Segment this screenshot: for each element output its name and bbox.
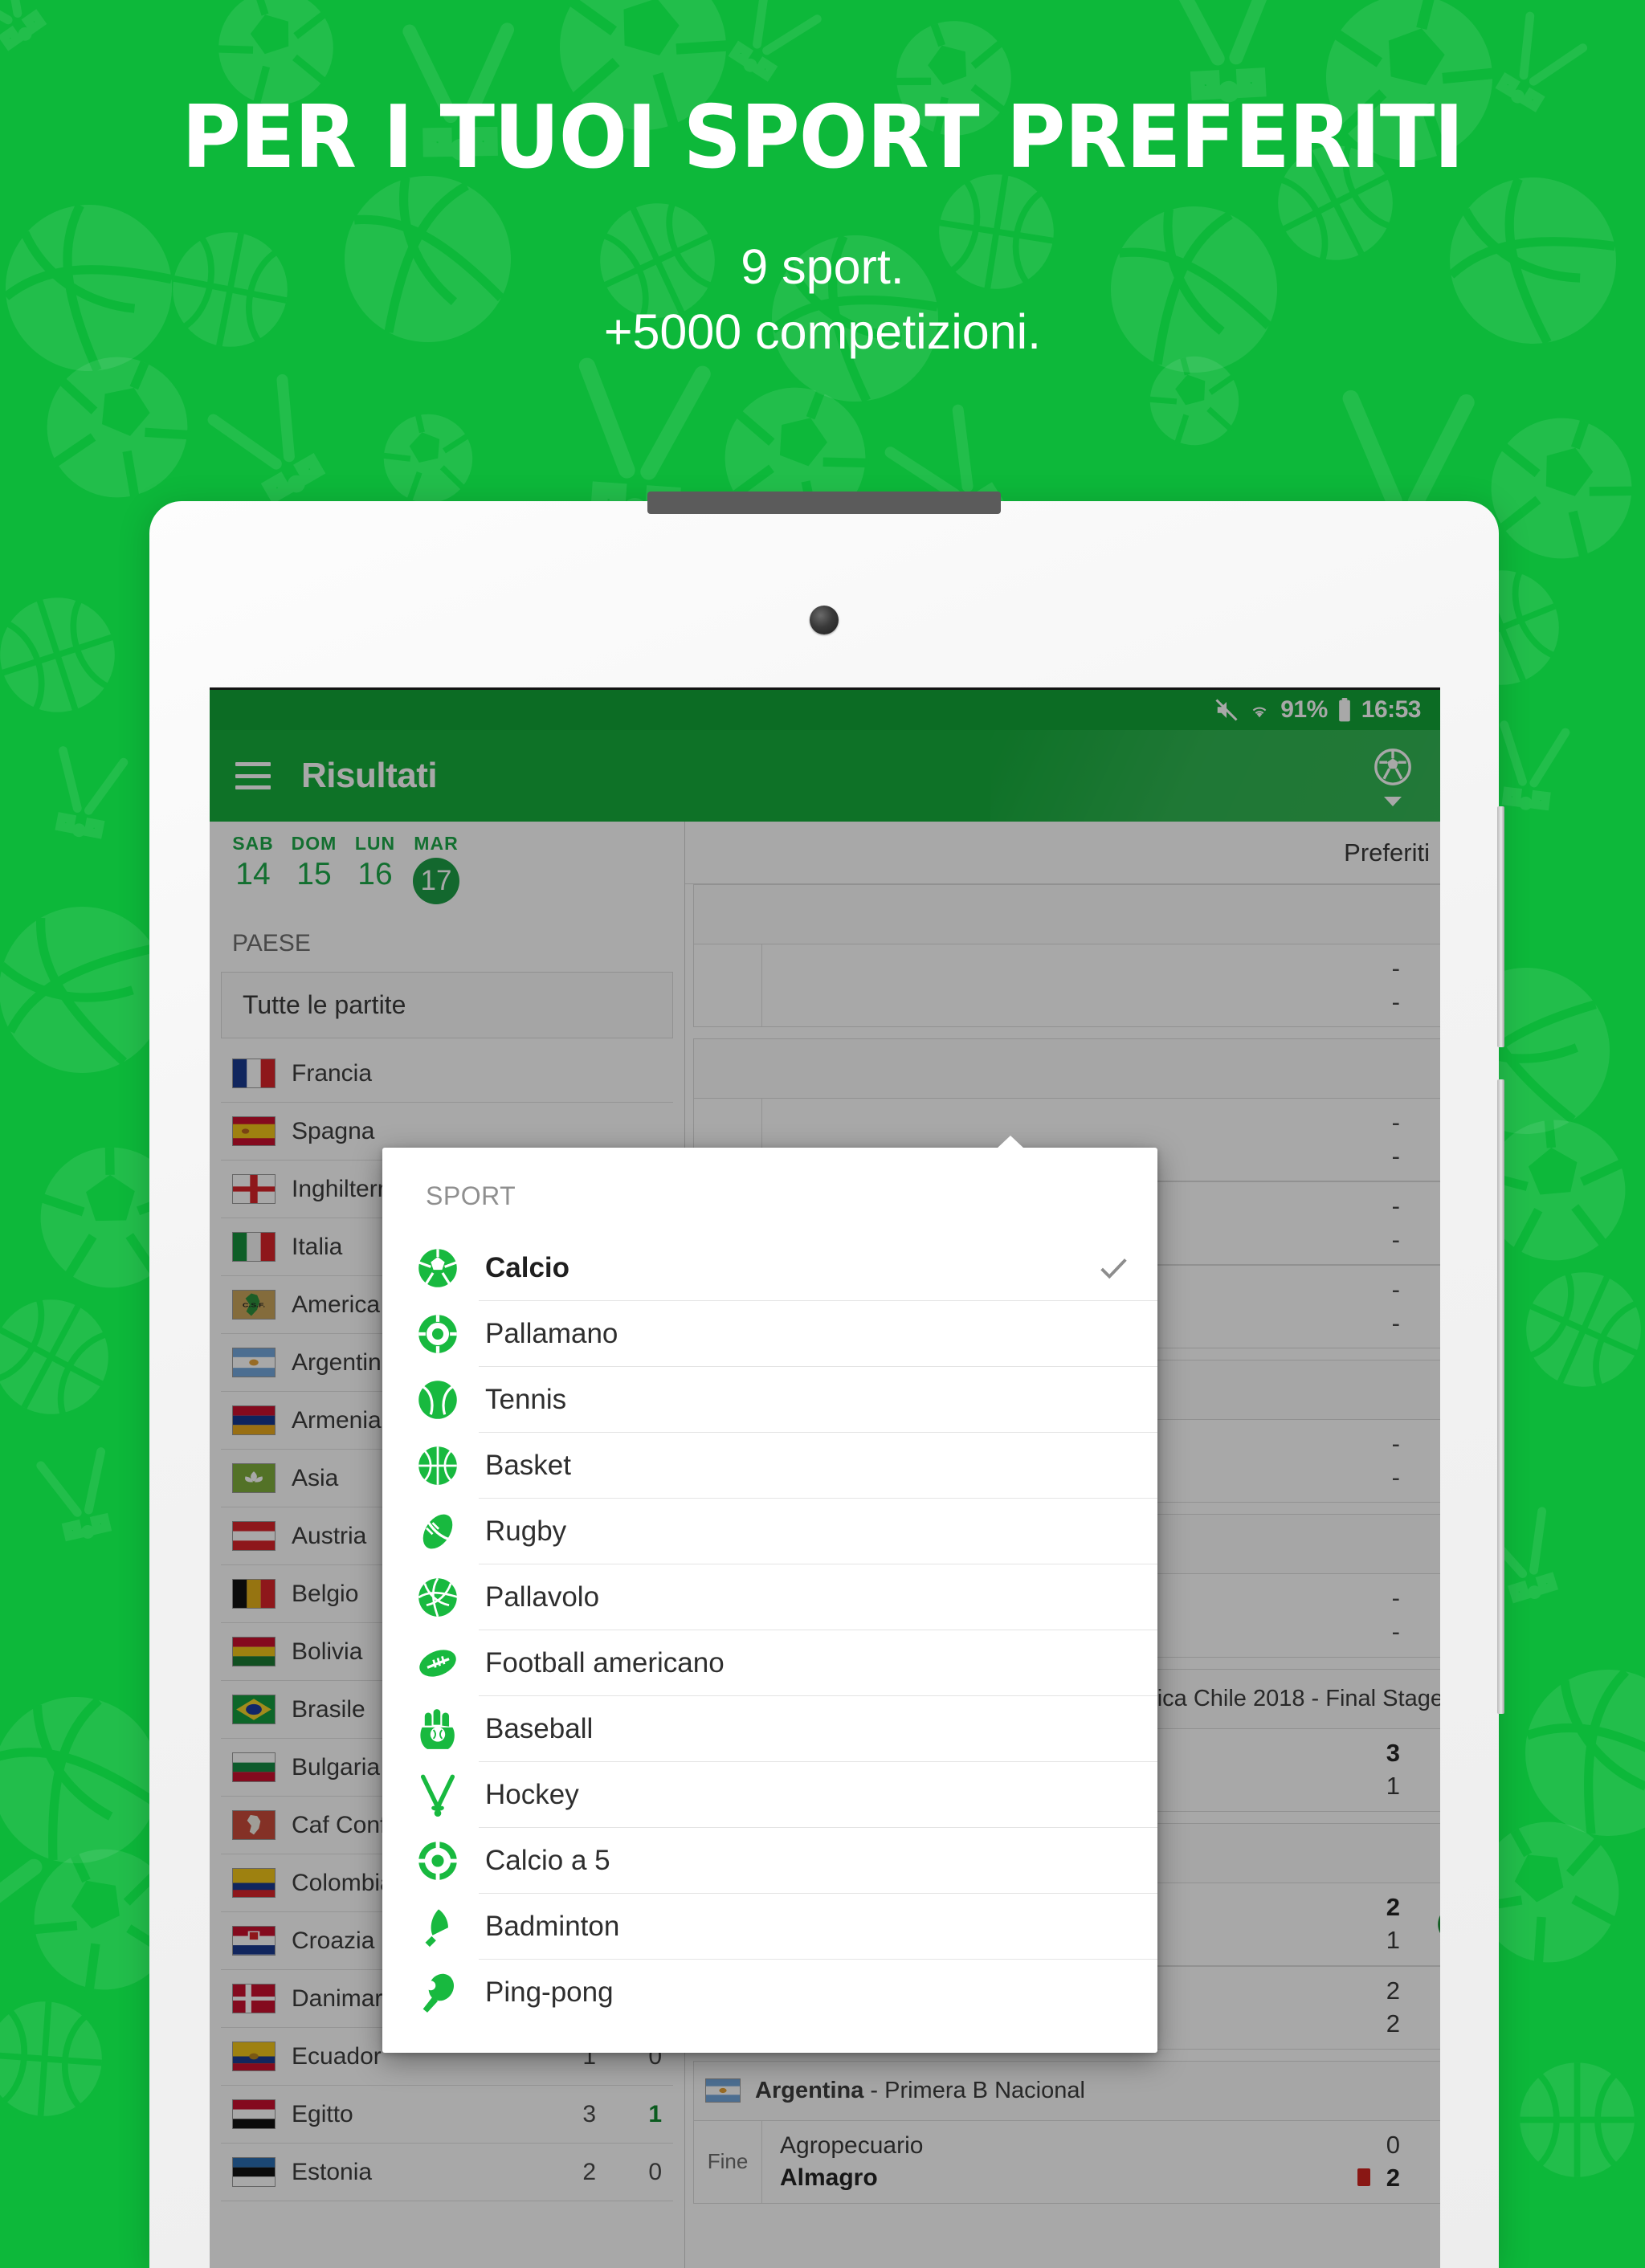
sport-option-label: Badminton: [479, 1894, 1069, 1960]
check-icon: [1069, 1828, 1157, 1894]
dropdown-bottom-padding: [382, 2025, 1157, 2053]
american-football-icon: [416, 1642, 479, 1685]
check-icon: [1069, 1960, 1157, 2025]
sport-option-calcio[interactable]: Calcio: [382, 1235, 1157, 1301]
sport-option-label: Pallamano: [479, 1301, 1069, 1367]
sport-option-badminton[interactable]: Badminton: [382, 1894, 1157, 1960]
sport-option-baseball[interactable]: Baseball: [382, 1696, 1157, 1762]
basketball-icon: [416, 1444, 479, 1487]
sport-option-pallamano[interactable]: Pallamano: [382, 1301, 1157, 1367]
sport-option-ping-pong[interactable]: Ping-pong: [382, 1960, 1157, 2025]
sport-option-label: Hockey: [479, 1762, 1069, 1828]
check-icon: [1069, 1235, 1157, 1301]
sport-option-label: Pallavolo: [479, 1564, 1069, 1630]
check-icon: [1069, 1499, 1157, 1564]
sport-selector-dropdown: SPORT Calcio Pallamano Tennis Basket Rugby Pa…: [382, 1136, 1157, 2053]
check-icon: [1069, 1762, 1157, 1828]
sport-option-label: Football americano: [479, 1630, 1069, 1696]
baseball-glove-icon: [416, 1707, 479, 1751]
shuttlecock-icon: [416, 1905, 479, 1948]
sport-option-hockey[interactable]: Hockey: [382, 1762, 1157, 1828]
hockey-sticks-icon: [416, 1773, 479, 1817]
check-icon: [1069, 1367, 1157, 1433]
rugby-ball-icon: [416, 1510, 479, 1553]
sport-option-label: Baseball: [479, 1696, 1069, 1762]
power-button[interactable]: [1497, 1079, 1504, 1714]
tennis-ball-icon: [416, 1378, 479, 1422]
sport-option-label: Tennis: [479, 1367, 1069, 1433]
check-icon: [1069, 1301, 1157, 1367]
hero-subtitle: 9 sport. +5000 competizioni.: [0, 235, 1645, 364]
sport-option-tennis[interactable]: Tennis: [382, 1367, 1157, 1433]
sport-option-pallavolo[interactable]: Pallavolo: [382, 1564, 1157, 1630]
sport-option-label: Ping-pong: [485, 1976, 614, 2008]
tablet-speaker-grille: [647, 492, 1001, 514]
hero-subtitle-line-2: +5000 competizioni.: [603, 304, 1042, 359]
check-icon: [1069, 1894, 1157, 1960]
volleyball-icon: [416, 1576, 479, 1619]
sport-option-label: Calcio: [479, 1235, 1069, 1301]
dropdown-title: SPORT: [426, 1181, 516, 1210]
futsal-ball-icon: [416, 1839, 479, 1883]
table-tennis-icon: [416, 1971, 479, 2014]
volume-button[interactable]: [1497, 806, 1504, 1047]
sport-option-label: Rugby: [479, 1499, 1069, 1564]
tablet-device-frame: 91% 16:53 Risultati SAB 14 DOM 15 LUN 16…: [149, 492, 1504, 2268]
sport-option-rugby[interactable]: Rugby: [382, 1499, 1157, 1564]
sport-option-calcio-a-5[interactable]: Calcio a 5: [382, 1828, 1157, 1894]
check-icon: [1069, 1630, 1157, 1696]
sport-option-list[interactable]: Calcio Pallamano Tennis Basket Rugby Pallavol…: [382, 1235, 1157, 2025]
front-camera: [810, 606, 839, 634]
check-icon: [1069, 1433, 1157, 1499]
check-icon: [1069, 1564, 1157, 1630]
sport-option-basket[interactable]: Basket: [382, 1433, 1157, 1499]
soccer-ball-icon: [416, 1246, 479, 1290]
check-icon: [1069, 1696, 1157, 1762]
sport-option-label: Basket: [479, 1433, 1069, 1499]
sport-option-football-americano[interactable]: Football americano: [382, 1630, 1157, 1696]
dropdown-pointer: [997, 1136, 1024, 1148]
hero-subtitle-line-1: 9 sport.: [741, 239, 904, 294]
hero-section: PER I TUOI SPORT PREFERITI 9 sport. +500…: [0, 0, 1645, 364]
hero-title: PER I TUOI SPORT PREFERITI: [182, 88, 1463, 188]
sport-option-label: Calcio a 5: [479, 1828, 1069, 1894]
handball-icon: [416, 1312, 479, 1356]
